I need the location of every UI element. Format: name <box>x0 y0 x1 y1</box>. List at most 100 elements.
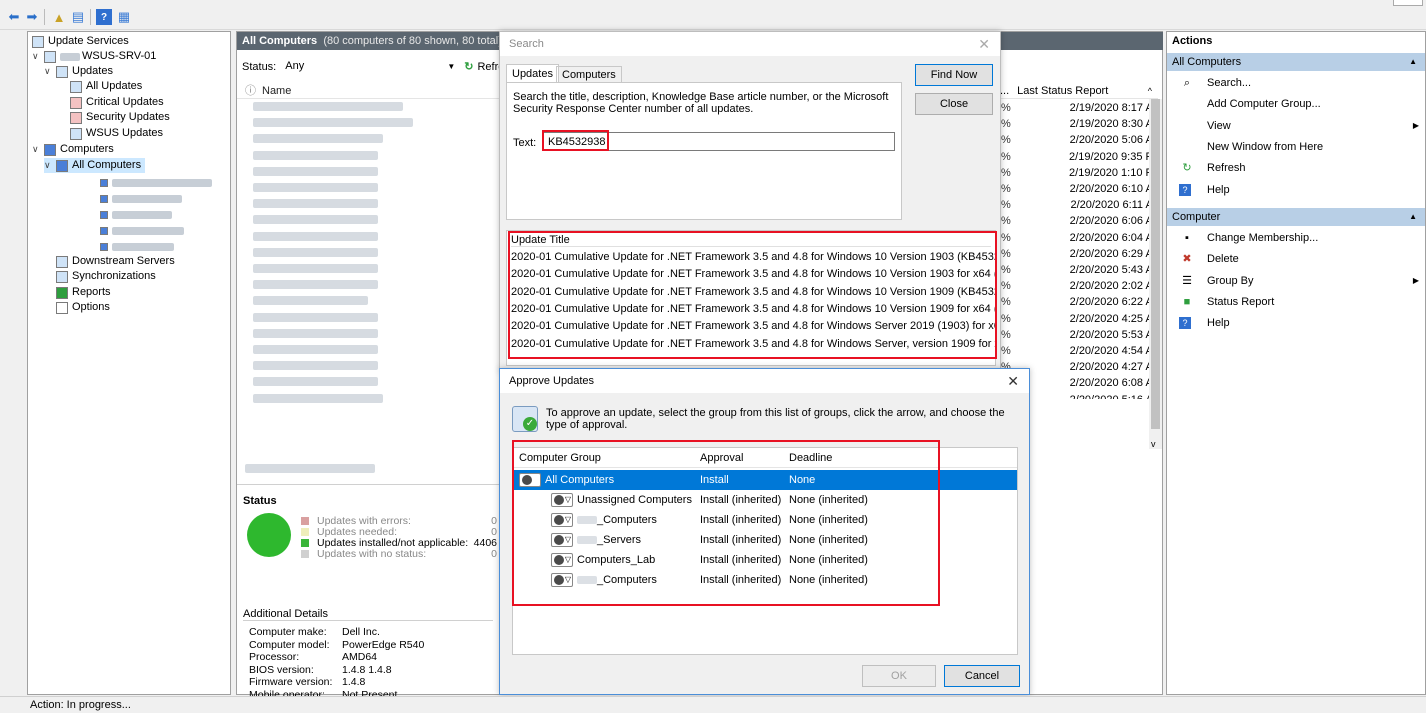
tree-item-server[interactable]: ∨ WSUS-SRV-01 <box>32 49 156 64</box>
tree-item-options[interactable]: Options <box>56 300 110 315</box>
table-row[interactable] <box>253 150 378 160</box>
table-row[interactable] <box>253 102 403 111</box>
action-view[interactable]: View ▶ <box>1179 116 1419 136</box>
tree-item-reports[interactable]: Reports <box>56 285 111 300</box>
tab-updates[interactable]: Updates <box>506 64 559 83</box>
action-new-window-from-here[interactable]: New Window from Here <box>1179 137 1419 157</box>
up-folder-icon[interactable]: ▲ <box>51 9 67 25</box>
action-help[interactable]: ? Help <box>1179 313 1419 333</box>
table-row[interactable] <box>253 199 378 209</box>
table-row[interactable] <box>253 264 378 273</box>
percent-cell: % <box>1001 328 1011 341</box>
table-row[interactable] <box>253 296 368 306</box>
tree-item-downstream-servers[interactable]: Downstream Servers <box>56 254 175 269</box>
tree-item-updates[interactable]: ∨ Updates <box>44 64 113 79</box>
group-icon <box>100 226 108 235</box>
action-search[interactable]: ⌕ Search... <box>1179 73 1419 93</box>
tree-item-security-updates[interactable]: Security Updates <box>70 110 170 125</box>
group-icon: ☰ <box>1182 274 1192 287</box>
table-row[interactable] <box>253 377 378 387</box>
tree-item-group[interactable] <box>100 207 172 222</box>
refresh-icon[interactable]: ↻ <box>464 60 473 73</box>
tab-computers[interactable]: Computers <box>556 66 622 83</box>
table-row[interactable] <box>253 247 378 257</box>
column-last-status-report[interactable]: Last Status Report <box>1017 85 1108 97</box>
tree-item-group[interactable] <box>100 175 212 190</box>
chevron-down-icon[interactable]: ∨ <box>32 142 42 157</box>
last-status-cell: 2/19/2020 8:30 AM <box>1069 118 1162 131</box>
table-row[interactable] <box>253 183 378 192</box>
table-row[interactable] <box>253 166 378 176</box>
action-refresh[interactable]: ↻ Refresh <box>1179 158 1419 178</box>
status-dropdown[interactable]: Any ▼ <box>280 58 460 75</box>
action-group-by[interactable]: ☰ Group By ▶ <box>1179 271 1419 291</box>
chevron-down-icon[interactable]: ∨ <box>32 49 42 64</box>
action-help[interactable]: ? Help <box>1179 180 1419 200</box>
last-status-cell: 2/20/2020 6:08 AM <box>1069 377 1162 390</box>
table-row[interactable] <box>253 134 383 144</box>
scrollbar-thumb[interactable] <box>1151 99 1160 429</box>
table-row[interactable] <box>253 215 378 225</box>
tree-item-update-services[interactable]: Update Services <box>32 34 129 49</box>
chevron-down-icon[interactable]: ∨ <box>44 158 54 173</box>
tree-label: Updates <box>72 65 113 77</box>
table-row[interactable] <box>253 393 383 403</box>
percent-cell: % <box>1001 280 1011 293</box>
action-label: View <box>1207 119 1231 132</box>
close-icon[interactable]: ✕ <box>1007 369 1019 393</box>
table-row[interactable] <box>253 328 378 338</box>
search-dialog: Search ✕ Updates Computers Search the tit… <box>499 31 1001 371</box>
column-name[interactable]: Name <box>262 85 291 97</box>
redacted-text <box>112 178 212 187</box>
computers-icon <box>44 143 56 156</box>
table-row[interactable] <box>253 118 413 128</box>
back-icon[interactable]: ⬅ <box>6 9 22 25</box>
collapse-icon[interactable]: ▲ <box>1409 208 1417 226</box>
show-hide-tree-icon[interactable]: ▤ <box>70 9 86 25</box>
table-row[interactable] <box>253 312 378 322</box>
collapse-icon[interactable]: ▲ <box>1409 53 1417 71</box>
table-row[interactable] <box>253 345 378 354</box>
tree-label: Synchronizations <box>72 270 156 282</box>
window-control[interactable] <box>1393 0 1423 6</box>
detail-value: 1.4.8 <box>342 676 366 688</box>
table-row[interactable] <box>253 361 378 371</box>
tree-item-critical-updates[interactable]: Critical Updates <box>70 95 164 110</box>
tree-item-all-computers[interactable]: ∨ All Computers <box>44 158 146 173</box>
tree-item-group[interactable] <box>100 239 174 254</box>
toolbar: ⬅ ➡ ▲ ▤ ? ▦ <box>0 0 1426 30</box>
action-status-report[interactable]: ■ Status Report <box>1179 292 1419 312</box>
close-icon[interactable]: ✕ <box>978 32 990 56</box>
actions-section-all-computers[interactable]: All Computers ▲ <box>1167 53 1425 71</box>
tree-item-synchronizations[interactable]: Synchronizations <box>56 269 156 284</box>
scrollbar[interactable] <box>1149 99 1162 449</box>
table-row[interactable] <box>253 231 378 241</box>
cancel-button[interactable]: Cancel <box>944 665 1020 687</box>
chevron-down-icon[interactable]: ∨ <box>44 64 54 79</box>
status-label: Status: <box>242 60 277 73</box>
legend-value: 0 <box>491 548 497 560</box>
close-button[interactable]: Close <box>915 93 993 115</box>
status-filter: Status: Any ▼ ↻ Refresh <box>242 58 516 75</box>
action-change-membership[interactable]: ▪ Change Membership... <box>1179 228 1419 248</box>
tree-item-computers[interactable]: ∨ Computers <box>32 142 114 157</box>
chevron-down-icon[interactable]: v <box>1151 439 1156 449</box>
forward-icon[interactable]: ➡ <box>24 9 40 25</box>
tree-item-all-updates[interactable]: All Updates <box>70 79 142 94</box>
actions-pane: Actions All Computers ▲ ⌕ Search... Add Com… <box>1166 31 1426 695</box>
last-status-cell: 2/20/2020 6:22 AM <box>1069 296 1162 309</box>
table-row[interactable] <box>253 280 378 290</box>
ok-button[interactable]: OK <box>862 665 936 687</box>
action-delete[interactable]: ✖ Delete <box>1179 249 1419 269</box>
dialog-title-bar: Approve Updates ✕ <box>500 369 1029 393</box>
last-status-cell: 2/20/2020 6:10 AM <box>1069 183 1162 195</box>
show-action-pane-icon[interactable]: ▦ <box>116 9 132 25</box>
tree-item-group[interactable] <box>100 191 182 206</box>
actions-section-computer[interactable]: Computer ▲ <box>1167 208 1425 226</box>
find-now-button[interactable]: Find Now <box>915 64 993 86</box>
action-add-computer-group[interactable]: Add Computer Group... <box>1179 94 1419 114</box>
tree-item-wsus-updates[interactable]: WSUS Updates <box>70 126 163 141</box>
column-ellipsis[interactable]: ... <box>1000 85 1009 97</box>
help-icon[interactable]: ? <box>96 9 112 25</box>
tree-item-group[interactable] <box>100 223 184 238</box>
